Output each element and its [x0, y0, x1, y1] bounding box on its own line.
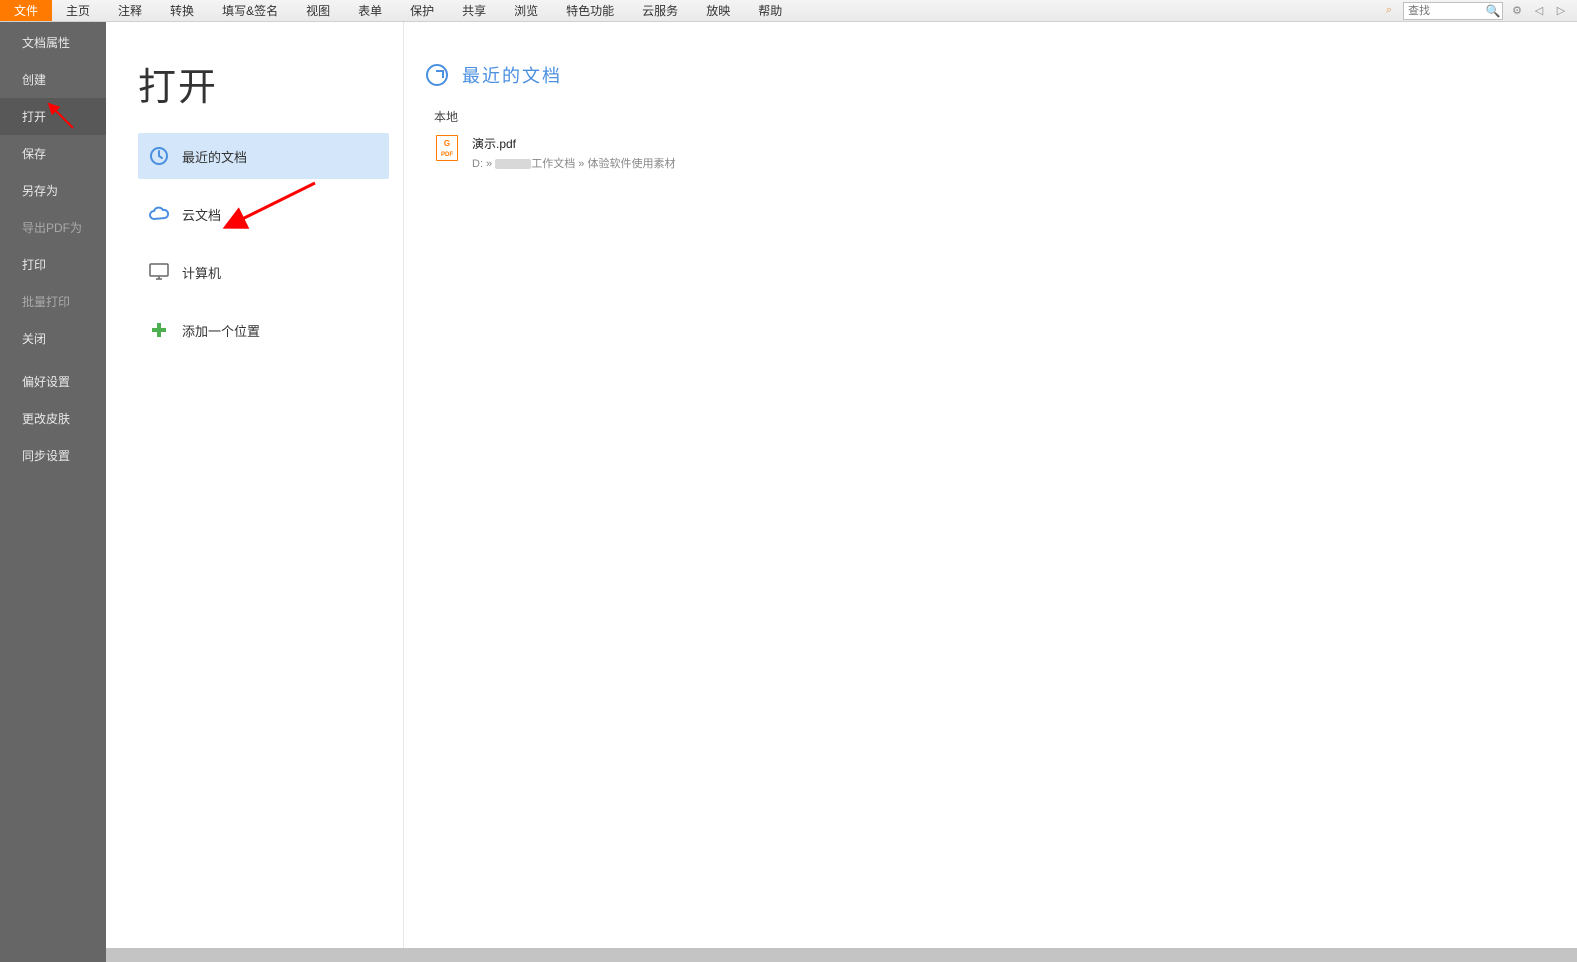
file-sidebar: 文档属性 创建 打开 保存 另存为 导出PDF为 打印 批量打印 关闭 偏好设置…: [0, 22, 106, 962]
redacted-segment: [495, 159, 531, 169]
nav-forward-icon[interactable]: ▷: [1553, 3, 1569, 19]
clock-icon: [426, 64, 448, 86]
ribbon-tab-form[interactable]: 表单: [344, 0, 396, 21]
gear-icon[interactable]: ⚙: [1509, 3, 1525, 19]
location-label: 添加一个位置: [182, 321, 260, 340]
search-box[interactable]: 🔍: [1403, 2, 1503, 20]
open-locations-panel: 打开 最近的文档 云文档 计算机 添加一个位置: [106, 22, 404, 962]
search-input[interactable]: [1404, 3, 1484, 19]
ribbon-tab-share[interactable]: 共享: [448, 0, 500, 21]
ribbon-tab-convert[interactable]: 转换: [156, 0, 208, 21]
ribbon-tab-features[interactable]: 特色功能: [552, 0, 628, 21]
location-label: 云文档: [182, 205, 221, 224]
cloud-icon: [148, 203, 170, 225]
sidebar-item-print[interactable]: 打印: [0, 246, 106, 283]
ribbon-tab-protect[interactable]: 保护: [396, 0, 448, 21]
recent-file-item[interactable]: PDF 演示.pdf D: » 工作文档 » 体验软件使用素材: [432, 135, 1547, 177]
status-bar: [106, 948, 1577, 962]
clock-icon: [148, 145, 170, 167]
search-icon[interactable]: 🔍: [1484, 3, 1502, 19]
ribbon-tab-fillsign[interactable]: 填写&签名: [208, 0, 292, 21]
recent-file-name: 演示.pdf: [472, 135, 675, 152]
ribbon-tab-annotate[interactable]: 注释: [104, 0, 156, 21]
ribbon-tab-file[interactable]: 文件: [0, 0, 52, 21]
nav-back-icon[interactable]: ◁: [1531, 3, 1547, 19]
location-label: 最近的文档: [182, 147, 247, 166]
recent-docs-title: 最近的文档: [462, 62, 562, 88]
location-computer[interactable]: 计算机: [138, 249, 389, 295]
sidebar-item-sync-settings[interactable]: 同步设置: [0, 437, 106, 474]
location-recent-docs[interactable]: 最近的文档: [138, 133, 389, 179]
sidebar-item-export-pdf[interactable]: 导出PDF为: [0, 209, 106, 246]
find-marker-icon[interactable]: ⌕: [1381, 3, 1397, 19]
location-add-place[interactable]: 添加一个位置: [138, 307, 389, 353]
pdf-file-icon: PDF: [436, 135, 458, 161]
ribbon-tab-help[interactable]: 帮助: [744, 0, 796, 21]
sidebar-item-save[interactable]: 保存: [0, 135, 106, 172]
location-label: 计算机: [182, 263, 221, 282]
ribbon-tab-browse[interactable]: 浏览: [500, 0, 552, 21]
ribbon-tab-home[interactable]: 主页: [52, 0, 104, 21]
section-local-label: 本地: [434, 108, 1547, 125]
location-cloud-docs[interactable]: 云文档: [138, 191, 389, 237]
monitor-icon: [148, 261, 170, 283]
sidebar-item-open[interactable]: 打开: [0, 98, 106, 135]
ribbon-tabs: 文件 主页 注释 转换 填写&签名 视图 表单 保护 共享 浏览 特色功能 云服…: [0, 0, 1577, 22]
ribbon-tab-cloud[interactable]: 云服务: [628, 0, 692, 21]
sidebar-item-doc-properties[interactable]: 文档属性: [0, 24, 106, 61]
sidebar-item-preferences[interactable]: 偏好设置: [0, 363, 106, 400]
ribbon-tab-present[interactable]: 放映: [692, 0, 744, 21]
plus-icon: [148, 319, 170, 341]
ribbon-tab-view[interactable]: 视图: [292, 0, 344, 21]
sidebar-item-close[interactable]: 关闭: [0, 320, 106, 357]
sidebar-item-skin[interactable]: 更改皮肤: [0, 400, 106, 437]
sidebar-item-batch-print[interactable]: 批量打印: [0, 283, 106, 320]
sidebar-item-saveas[interactable]: 另存为: [0, 172, 106, 209]
page-title: 打开: [138, 56, 389, 111]
sidebar-item-create[interactable]: 创建: [0, 61, 106, 98]
recent-docs-panel: 最近的文档 本地 PDF 演示.pdf D: » 工作文档 » 体验软件使用素材: [404, 22, 1577, 962]
recent-file-path: D: » 工作文档 » 体验软件使用素材: [472, 155, 675, 171]
